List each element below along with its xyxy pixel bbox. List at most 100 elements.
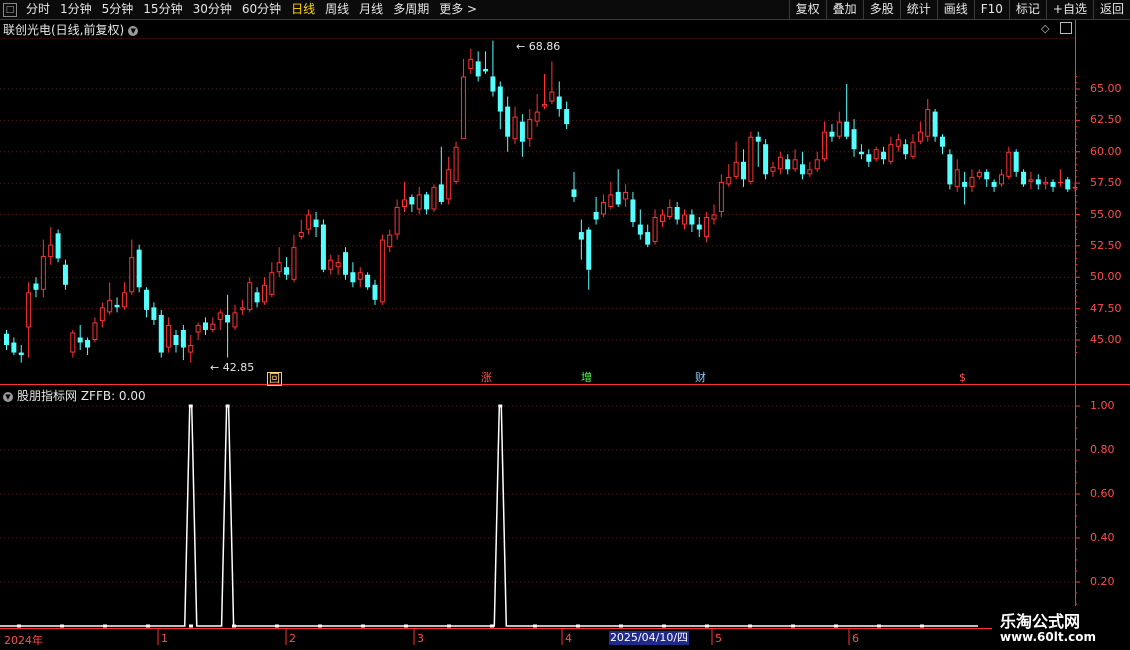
candle-body-down (11, 342, 17, 353)
candle-body-up (210, 323, 216, 330)
candle-body-down (630, 199, 636, 223)
candle-body-down (1013, 151, 1019, 172)
candle-body-up (814, 159, 820, 170)
candle-body-down (55, 233, 61, 259)
candle-body-up (733, 161, 739, 177)
candle-body-down (18, 352, 24, 356)
date-axis-label: 4 (565, 632, 572, 645)
candle-body-up (718, 181, 724, 212)
candle-body-down (903, 144, 909, 155)
candle-body-up (26, 292, 32, 328)
candle-body-down (475, 61, 481, 77)
candle-body-up (726, 176, 732, 185)
candle-body-up (291, 247, 297, 280)
candle-body-up (335, 262, 341, 268)
candle-body-down (755, 136, 761, 142)
candle-body-up (954, 169, 960, 187)
low-price-label: ← 42.85 (210, 361, 255, 374)
zffb-marker (189, 624, 193, 628)
event-marker-4[interactable]: $ (958, 372, 967, 384)
candle-body-down (674, 206, 680, 220)
zffb-marker (275, 624, 279, 628)
candle-body-up (925, 109, 931, 137)
candle-body-up (387, 234, 393, 248)
chart-canvas[interactable] (0, 0, 1130, 650)
candle-body-up (807, 169, 813, 175)
candle-body-up (659, 214, 665, 223)
candle-body-down (372, 284, 378, 300)
event-marker-3[interactable]: 财 (694, 372, 707, 384)
watermark: 乐淘公式网 www.60lt.com (992, 606, 1130, 650)
candle-body-up (888, 144, 894, 162)
candle-body-up (792, 159, 798, 170)
price-axis-label: 65.00 (1090, 82, 1122, 95)
candle-body-down (409, 196, 415, 205)
zffb-marker (748, 624, 752, 628)
high-price-value: 68.86 (528, 40, 561, 53)
candle-body-down (939, 136, 945, 147)
high-price-label: ← 68.86 (516, 40, 561, 53)
candle-body-down (483, 68, 489, 72)
candle-body-up (306, 214, 312, 230)
candle-body-down (438, 184, 444, 202)
zffb-marker (60, 624, 64, 628)
watermark-url: www.60lt.com (1000, 630, 1097, 644)
candle-body-down (696, 224, 702, 230)
candle-body-down (593, 211, 599, 220)
candle-body-up (468, 58, 474, 69)
candle-body-down (114, 304, 120, 308)
candle-body-down (578, 232, 584, 240)
candle-body-down (490, 76, 496, 92)
candle-body-down (637, 224, 643, 235)
event-marker-2[interactable]: 增 (580, 372, 593, 384)
candle-body-down (851, 129, 857, 150)
candle-body-up (217, 312, 223, 320)
candle-body-up (453, 146, 459, 182)
event-marker-0[interactable]: 回 (267, 372, 282, 386)
candle-body-up (328, 259, 334, 270)
candle-body-up (298, 232, 304, 238)
price-axis-label: 50.00 (1090, 270, 1122, 284)
candle-body-up (129, 257, 135, 293)
candle-body-down (556, 96, 562, 110)
candle-body-up (527, 119, 533, 140)
candle-body-down (136, 249, 142, 288)
candle-body-down (991, 181, 997, 187)
candle-body-up (269, 272, 275, 295)
zffb-peak-marker (188, 404, 193, 408)
candle-body-down (85, 340, 91, 348)
candle-body-up (188, 345, 194, 353)
candle-body-up (166, 324, 172, 348)
candle-body-up (822, 131, 828, 160)
zffb-marker (490, 624, 494, 628)
date-axis-label: 5 (715, 632, 722, 645)
candle-body-down (284, 267, 290, 275)
event-marker-1[interactable]: 涨 (480, 372, 493, 384)
indicator-axis-label: 0.40 (1090, 531, 1115, 544)
candle-body-up (195, 324, 201, 333)
price-axis-label: 47.50 (1090, 301, 1122, 315)
candle-body-down (320, 224, 326, 270)
candle-body-up (623, 191, 629, 200)
candle-body-up (379, 239, 385, 303)
zffb-marker (361, 624, 365, 628)
candle-body-up (652, 217, 658, 243)
candle-body-down (424, 194, 430, 210)
zffb-marker (318, 624, 322, 628)
candle-body-up (48, 244, 54, 258)
candle-body-down (799, 164, 805, 175)
price-axis-label: 52.50 (1090, 238, 1122, 252)
zffb-marker (877, 624, 881, 628)
candle-body-up (512, 116, 518, 140)
zffb-marker (576, 624, 580, 628)
zffb-peak-marker (225, 404, 230, 408)
candle-body-up (600, 201, 606, 215)
candle-body-down (763, 144, 769, 175)
candle-body-down (645, 232, 651, 245)
candle-body-up (247, 282, 253, 310)
candle-body-down (151, 307, 157, 320)
candle-body-down (1065, 179, 1071, 190)
indicator-axis-label: 1.00 (1090, 399, 1115, 412)
zffb-marker (17, 624, 21, 628)
indicator-axis-label: 0.60 (1090, 487, 1115, 500)
